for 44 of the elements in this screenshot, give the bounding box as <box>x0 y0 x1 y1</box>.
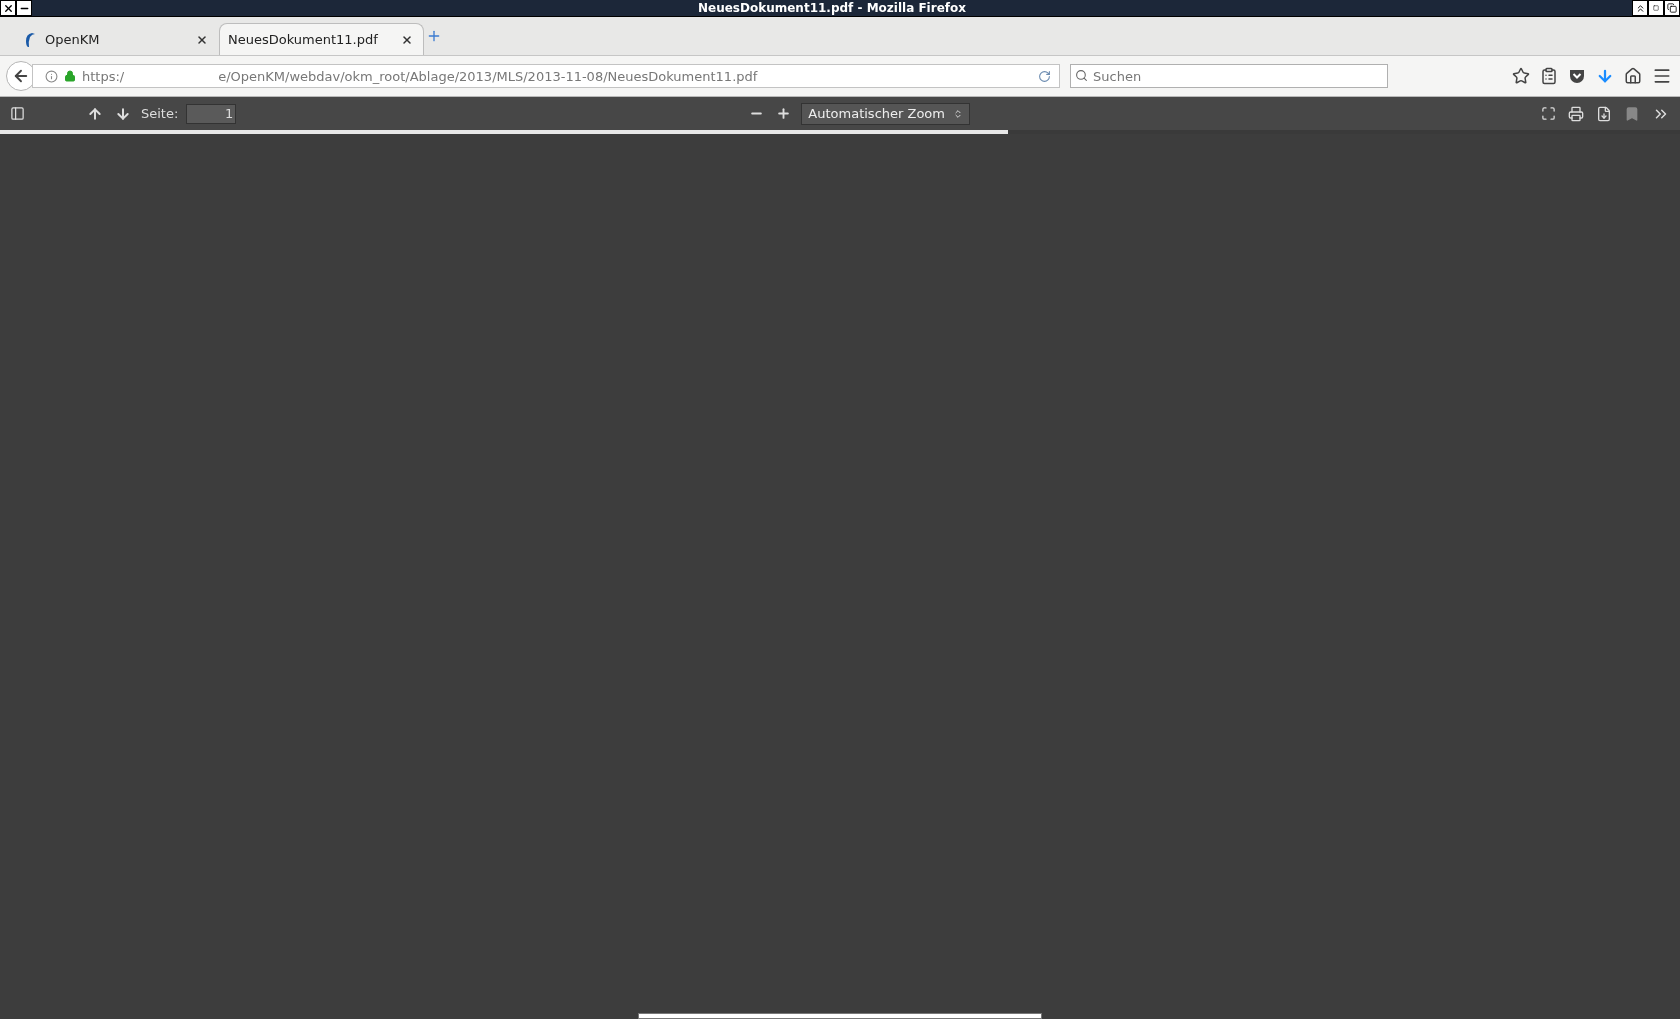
arrow-down-icon <box>115 105 131 122</box>
close-button[interactable] <box>0 0 16 16</box>
restore-button[interactable] <box>1664 0 1680 16</box>
info-icon <box>45 69 58 83</box>
window-title: NeuesDokument11.pdf - Mozilla Firefox <box>697 1 967 15</box>
browser-tab[interactable]: NeuesDokument11.pdf <box>219 23 424 55</box>
shade-button[interactable] <box>1632 0 1648 16</box>
lock-icon <box>64 70 76 82</box>
tab-label: NeuesDokument11.pdf <box>228 32 379 47</box>
updown-icon <box>953 108 963 119</box>
arrow-down-icon <box>1596 67 1614 85</box>
clipboard-icon <box>1540 67 1558 85</box>
home-icon <box>1624 67 1642 85</box>
logo-icon <box>23 31 37 48</box>
bookmark-star-button[interactable] <box>1510 65 1532 87</box>
tab-label: OpenKM <box>45 32 101 47</box>
reload-icon <box>1038 69 1051 83</box>
sidebar-toggle-button[interactable] <box>8 104 27 123</box>
page-label: Seite: <box>141 106 179 121</box>
sidebar-icon <box>10 106 25 121</box>
close-icon <box>196 33 208 46</box>
maximize-button[interactable] <box>1648 0 1664 16</box>
zoom-dropdown[interactable]: Automatischer Zoom <box>801 102 970 125</box>
plus-icon <box>426 28 442 44</box>
search-field[interactable]: Suchen <box>1070 64 1388 88</box>
page-number-field[interactable]: 1 <box>186 103 237 124</box>
star-icon <box>1512 67 1530 85</box>
url-text: https:/ <box>82 68 125 84</box>
address-field[interactable]: https:/ e/OpenKM/webdav/okm_root/Ablage/2013/MLS/2013-11-08/NeuesDokument11.pdf <box>32 64 1060 88</box>
menu-icon <box>1652 66 1672 86</box>
browser-tab[interactable]: OpenKM <box>14 23 219 55</box>
fullscreen-icon <box>1541 106 1556 121</box>
minimize-button[interactable] <box>16 0 32 16</box>
bookmark-icon <box>1624 105 1640 122</box>
plus-icon <box>776 106 792 121</box>
search-icon <box>1075 69 1088 82</box>
close-icon <box>2 2 14 14</box>
download-icon <box>1596 105 1612 122</box>
restore-icon <box>1667 3 1677 13</box>
printer-icon <box>1568 105 1584 122</box>
close-icon <box>401 33 413 46</box>
pocket-icon <box>1568 67 1586 85</box>
url-text: e/OpenKM/webdav/okm_root/Ablage/2013/MLS/2013-11-08/NeuesDokument11.pdf <box>218 68 758 84</box>
fullscreen-button[interactable] <box>1539 104 1558 123</box>
